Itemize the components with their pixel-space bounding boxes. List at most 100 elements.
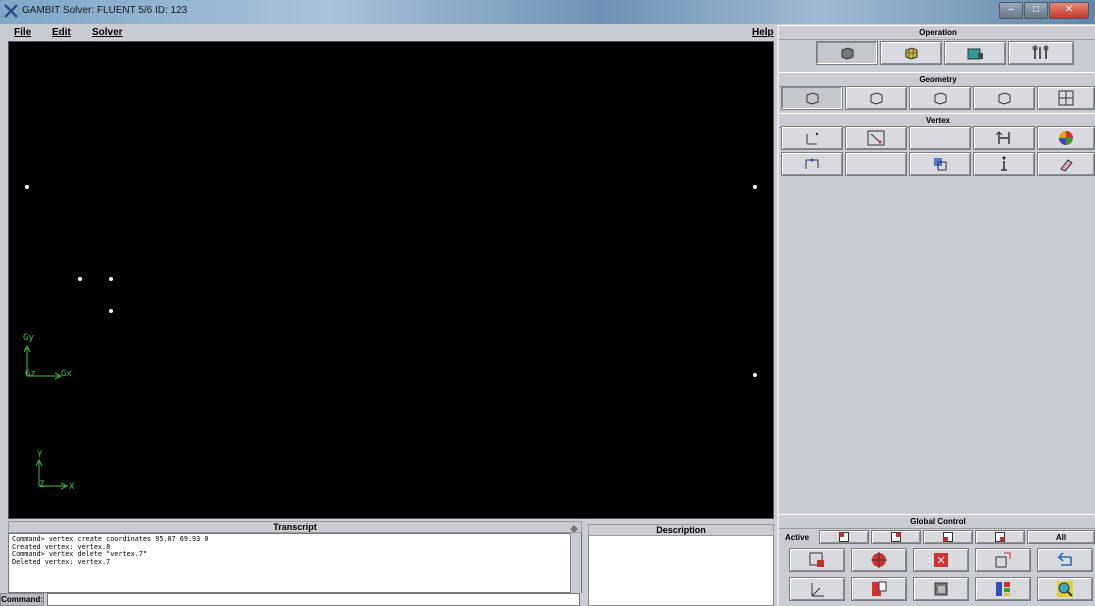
active-all-button[interactable]: All [1027,530,1095,544]
color-vertex-button[interactable] [1037,126,1095,150]
active-toggle-3[interactable] [923,530,973,544]
color-vertex-icon [1059,131,1073,145]
edge-icon [870,92,883,105]
vertex-icon [806,92,819,105]
color-bar-icon [996,582,1010,596]
command-label: Command: [0,593,44,606]
mesh-cube-icon [905,47,918,60]
menu-file[interactable]: File [14,27,31,38]
maximize-button[interactable]: □ [1024,2,1048,19]
active-toggle-4[interactable] [975,530,1025,544]
tools-icon [1032,45,1049,59]
zones-icon [967,48,983,60]
vertex-point[interactable] [109,277,113,281]
fit-to-window-button[interactable] [789,548,845,572]
axes-orient-icon [811,583,824,597]
vertex-point[interactable] [109,309,113,313]
orient-model-button[interactable] [789,577,845,601]
info-vertex-icon [1001,156,1007,171]
create-vertex-icon [806,132,819,145]
volume-icon [998,92,1011,105]
move-vertex-button[interactable] [845,126,907,150]
window-quad-icon [839,532,849,542]
undo-button[interactable] [1037,548,1093,572]
window-quad-icon [943,532,953,542]
tools-operation-button[interactable] [1008,41,1074,65]
info-vertex-button[interactable] [973,152,1035,176]
transcript-header: Transcript [8,521,582,533]
delete-vertex-button[interactable] [1037,152,1095,176]
geometry-title: Geometry [779,72,1095,87]
delete-vertex-icon [1060,159,1073,172]
active-toggle-1[interactable] [819,530,869,544]
color-bar-button[interactable] [975,577,1031,601]
transcript-scrollbar[interactable] [570,533,581,593]
zoom-in-button[interactable] [913,548,969,572]
command-input[interactable] [47,593,580,606]
window-quad-icon [891,532,901,542]
axis-label-y: Y [37,450,43,460]
minimize-button[interactable]: – [999,2,1023,19]
axis-label-z: Z [39,480,45,490]
zoom-grid-icon [934,553,948,567]
move-vertex-icon [867,130,885,146]
display-attributes-icon [872,581,887,596]
pivot-target-icon [871,552,887,568]
mesh-operation-button[interactable] [880,41,942,65]
vertex-point[interactable] [78,277,82,281]
undo-arrow-icon [1057,552,1072,566]
menu-help[interactable]: Help [752,27,774,38]
face-geometry-button[interactable] [909,86,971,110]
menu-solver[interactable]: Solver [92,27,123,38]
all-label: All [1055,532,1067,542]
connect-vertex-button[interactable] [973,126,1035,150]
axis-label-x: X [69,482,75,492]
check-vertex-icon [934,158,947,171]
fit-to-window-icon [809,552,824,567]
vertex-point[interactable] [25,185,29,189]
check-vertex-button[interactable] [909,152,971,176]
blank-vertex-button[interactable] [909,126,971,150]
create-vertex-button[interactable] [781,126,843,150]
graphics-viewport[interactable]: Gy Gz Gx Y Z X [8,41,774,519]
operation-title: Operation [779,25,1095,40]
select-pivot-button[interactable] [851,548,907,572]
active-label: Active [785,533,810,542]
description-panel [588,524,774,606]
vertex-point[interactable] [753,185,757,189]
volume-geometry-button[interactable] [973,86,1035,110]
face-icon [934,92,947,105]
close-button[interactable]: ✕ [1049,2,1089,19]
zones-operation-button[interactable] [944,41,1006,65]
active-toggle-2[interactable] [871,530,921,544]
blank-vertex-button-2[interactable] [845,152,907,176]
render-model-button[interactable] [913,577,969,601]
transcript-text: Command> vertex create coordinates 95.07… [8,533,582,593]
gambit-logo-icon [4,4,18,18]
expand-arrows-icon[interactable] [568,524,580,534]
menu-edit[interactable]: Edit [52,27,71,38]
group-icon [1058,90,1074,106]
axis-label-gx: Gx [61,369,72,379]
render-model-icon [934,582,948,596]
group-geometry-button[interactable] [1037,86,1095,110]
axis-label-gy: Gy [23,333,34,343]
view-axes-icon [35,458,69,490]
summarize-vertex-button[interactable] [781,152,843,176]
edge-geometry-button[interactable] [845,86,907,110]
window-titlebar: GAMBIT Solver: FLUENT 5/6 ID: 123 – □ ✕ [0,0,1095,24]
magnifier-icon [1057,581,1073,597]
render-button[interactable] [975,548,1031,572]
vertex-point[interactable] [753,373,757,377]
summarize-vertex-icon [805,158,819,169]
specify-display-button[interactable] [851,577,907,601]
active-bar: Active All [779,530,1095,546]
axis-label-gz: Gz [25,369,36,379]
description-header: Description [588,524,774,536]
vertex-geometry-button[interactable] [781,86,843,110]
examine-mesh-button[interactable] [1037,577,1093,601]
transcript-line: Deleted vertex: vertex.7 [12,557,111,566]
menu-bar: File Edit Solver Help [0,25,777,41]
connect-vertex-icon [995,131,1010,144]
geometry-operation-button[interactable] [816,41,878,65]
